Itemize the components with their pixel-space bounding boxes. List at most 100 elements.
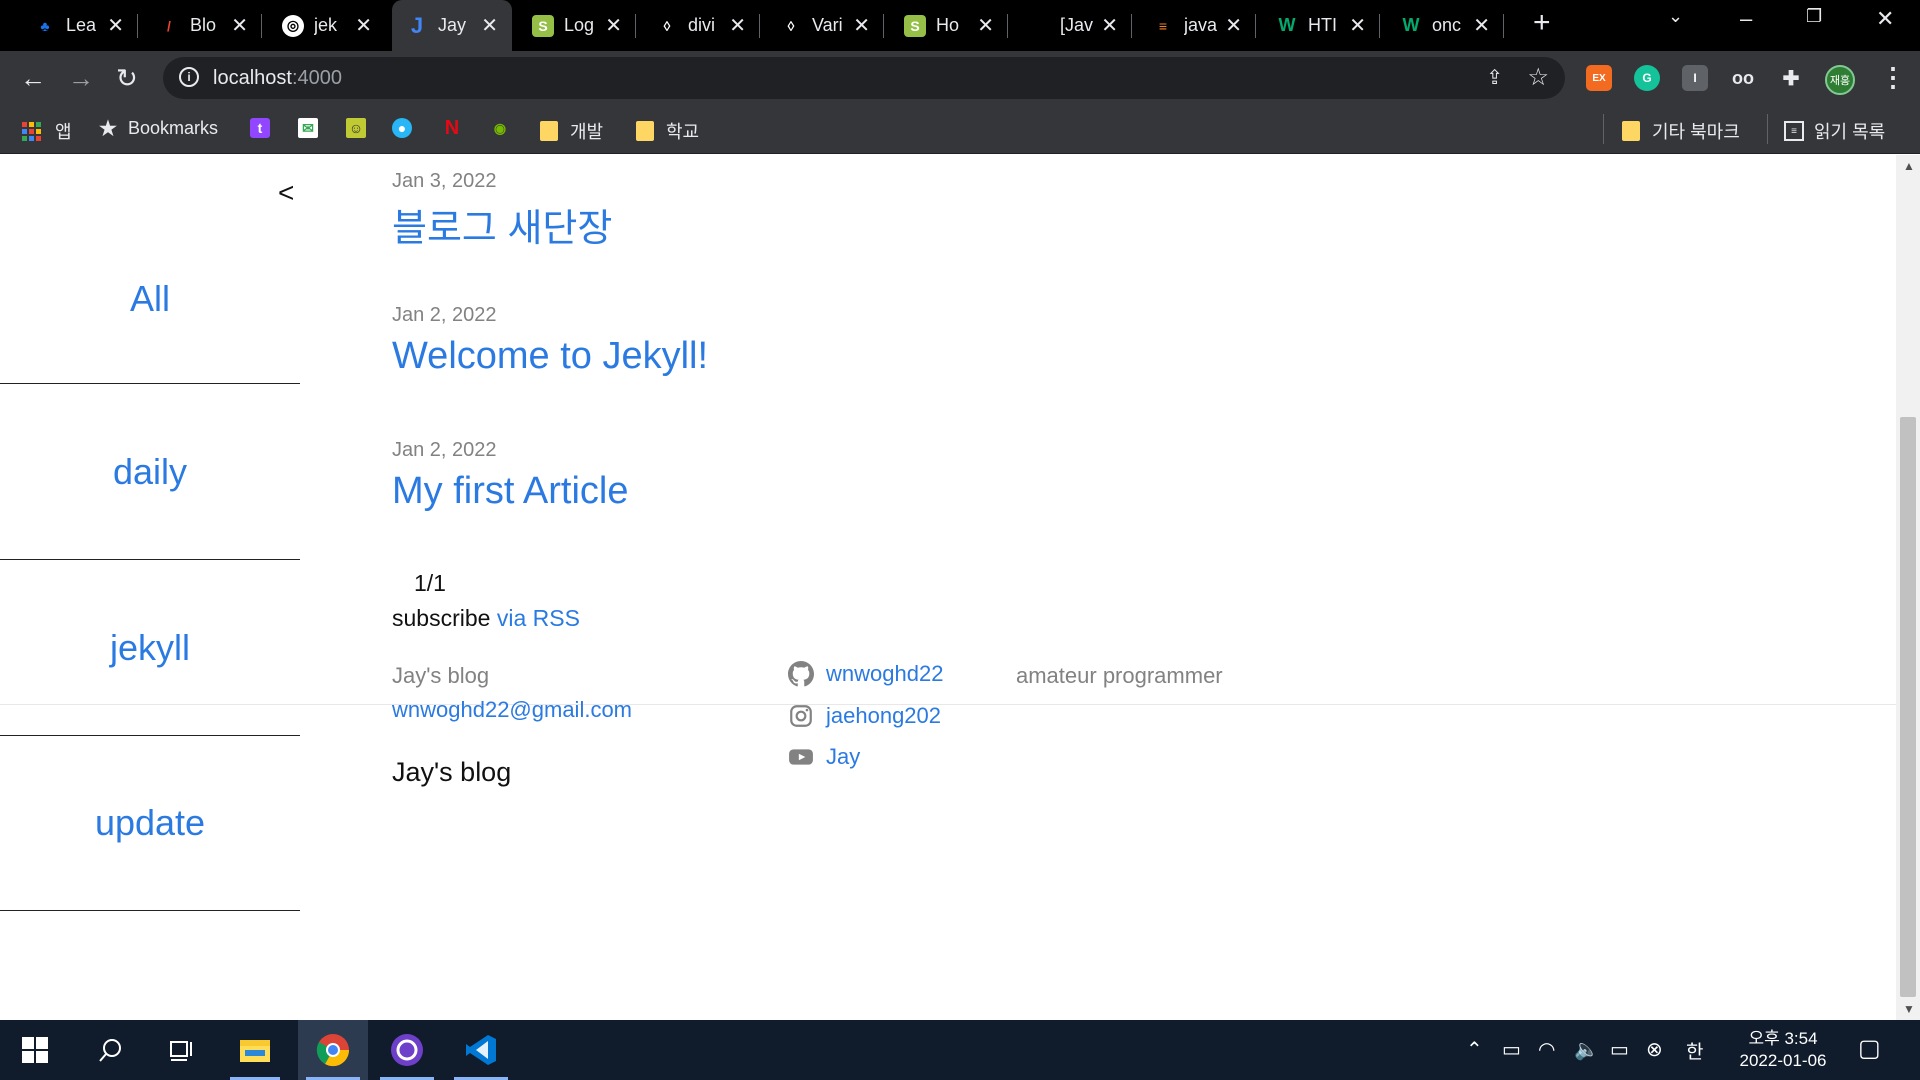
rss-link[interactable]: via RSS [497, 605, 580, 631]
page-scrollbar[interactable]: ▲ ▼ [1896, 155, 1920, 1020]
close-icon[interactable]: ✕ [977, 13, 994, 38]
instagram-link[interactable]: jaehong202 [788, 703, 941, 729]
game-bookmark[interactable]: ☺ [346, 118, 376, 138]
back-icon[interactable]: ← [20, 63, 46, 94]
close-icon[interactable]: ✕ [1473, 13, 1490, 38]
system-clock[interactable]: 오후 3:54 2022-01-06 [1728, 1028, 1838, 1072]
close-icon[interactable]: ✕ [605, 13, 622, 38]
ex-extension-icon[interactable]: EX [1586, 65, 1612, 91]
tab-2[interactable]: ◎ jek ✕ [268, 0, 386, 51]
github-desktop-icon [391, 1034, 423, 1066]
tab-0[interactable]: ♣ Lea ✕ [20, 0, 138, 51]
sidebar-item-label: All [129, 278, 170, 319]
bookmark-star-icon[interactable]: ☆ [1527, 63, 1549, 92]
instagram-icon [790, 705, 812, 727]
tab-9[interactable]: ≡ java ✕ [1138, 0, 1256, 51]
tab-1[interactable]: / Blo ✕ [144, 0, 262, 51]
sidebar-item-jekyll[interactable]: jekyll [0, 560, 300, 736]
show-hidden-icons-icon[interactable]: ⌃ [1466, 1037, 1483, 1062]
sidebar-item-daily[interactable]: daily [0, 384, 300, 560]
post-date: Jan 2, 2022 [392, 439, 497, 461]
post-title-link[interactable]: My first Article [392, 470, 628, 513]
tab-8[interactable]: [Jav ✕ [1014, 0, 1132, 51]
extensions-puzzle-icon[interactable]: ✚ [1778, 65, 1804, 91]
chrome-icon [316, 1034, 350, 1067]
chrome-menu-icon[interactable]: ⋮ [1880, 62, 1906, 93]
chrome-taskbar[interactable] [298, 1020, 368, 1080]
bookmarks-shortcut[interactable]: ★ Bookmarks [98, 118, 218, 140]
close-icon[interactable]: ✕ [107, 13, 124, 38]
github-link[interactable]: wnwoghd22 [788, 661, 943, 687]
address-bar[interactable]: i localhost:4000 ⇪ ☆ [163, 57, 1565, 99]
meet-now-icon[interactable]: ▭ [1502, 1037, 1521, 1062]
start-button[interactable] [0, 1020, 70, 1080]
error-status-icon[interactable]: ⊗ [1646, 1037, 1663, 1062]
eyeglasses-extension-icon[interactable]: oo [1730, 65, 1756, 91]
tab-3-active[interactable]: J Jay ✕ [392, 0, 512, 51]
restore-icon[interactable]: ❐ [1806, 6, 1822, 27]
close-icon[interactable]: ✕ [1101, 13, 1118, 38]
close-icon[interactable]: ✕ [231, 13, 248, 38]
tab-separator [1379, 14, 1380, 38]
w3schools-icon: W [1278, 15, 1296, 35]
tab-4[interactable]: S Log ✕ [518, 0, 636, 51]
blank-icon [1028, 15, 1050, 37]
battery-icon[interactable]: ▭ [1610, 1037, 1629, 1062]
share-icon[interactable]: ⇪ [1486, 65, 1503, 90]
tab-title: HTI [1308, 15, 1337, 35]
scroll-up-arrow-icon[interactable]: ▲ [1903, 159, 1915, 173]
footer-email-link[interactable]: wnwoghd22@gmail.com [392, 697, 632, 723]
wifi-icon[interactable]: ◠ [1538, 1037, 1555, 1062]
grammarly-icon[interactable]: G [1634, 65, 1660, 91]
minimize-icon[interactable]: – [1740, 6, 1752, 32]
post-title-link[interactable]: Welcome to Jekyll! [392, 335, 708, 378]
edge-bookmark[interactable]: ● [392, 118, 422, 138]
task-view-button[interactable] [148, 1020, 218, 1080]
folder-dev[interactable]: 개발 [540, 118, 603, 144]
extension-i-icon[interactable]: I [1682, 65, 1708, 91]
close-icon[interactable]: ✕ [1225, 13, 1242, 38]
reading-list[interactable]: ≡ 읽기 목록 [1784, 118, 1885, 144]
youtube-link[interactable]: Jay [788, 744, 860, 770]
folder-school[interactable]: 학교 [636, 118, 699, 144]
new-tab-button[interactable]: + [1533, 6, 1551, 40]
github-desktop-taskbar[interactable] [372, 1020, 442, 1080]
ime-indicator[interactable]: 한 [1686, 1037, 1703, 1064]
tab-separator [759, 14, 760, 38]
forward-icon[interactable]: → [68, 63, 94, 94]
tab-7[interactable]: S Ho ✕ [890, 0, 1008, 51]
sidebar-item-update[interactable]: update [0, 735, 300, 911]
vscode-taskbar[interactable] [446, 1020, 516, 1080]
scroll-down-arrow-icon[interactable]: ▼ [1903, 1002, 1915, 1016]
scroll-thumb[interactable] [1900, 417, 1916, 997]
reload-icon[interactable]: ↻ [116, 63, 138, 94]
notifications-icon[interactable]: ▢ [1858, 1034, 1881, 1063]
close-icon[interactable]: ✕ [729, 13, 746, 38]
site-info-icon[interactable]: i [179, 67, 199, 87]
close-window-icon[interactable]: ✕ [1876, 6, 1894, 32]
apps-shortcut[interactable]: 앱 [22, 118, 72, 144]
twitch-bookmark[interactable]: t [250, 118, 280, 138]
nvidia-bookmark[interactable]: ◉ [490, 118, 520, 138]
close-icon[interactable]: ✕ [355, 13, 372, 38]
file-explorer-taskbar[interactable] [222, 1020, 288, 1080]
tab-separator [883, 14, 884, 38]
post-title-link[interactable]: 블로그 새단장 [392, 197, 612, 252]
close-icon[interactable]: ✕ [481, 13, 498, 38]
close-icon[interactable]: ✕ [853, 13, 870, 38]
tab-5[interactable]: ◊ divi ✕ [642, 0, 760, 51]
tab-11[interactable]: W onc ✕ [1386, 0, 1504, 51]
search-button[interactable] [76, 1020, 146, 1080]
sidebar-item-all[interactable]: All [0, 155, 300, 384]
volume-icon[interactable]: 🔈 [1574, 1037, 1599, 1062]
tab-10[interactable]: W HTI ✕ [1262, 0, 1380, 51]
close-icon[interactable]: ✕ [1349, 13, 1366, 38]
mail-bookmark[interactable]: ✉ [298, 118, 328, 138]
other-bookmarks[interactable]: 기타 북마크 [1622, 118, 1740, 144]
profile-avatar[interactable]: 재홍 [1825, 65, 1855, 95]
url-text[interactable]: localhost:4000 [213, 67, 342, 90]
tab-search-icon[interactable]: ⌄ [1668, 6, 1683, 27]
netflix-bookmark[interactable]: N [442, 117, 472, 139]
tab-6[interactable]: ◊ Vari ✕ [766, 0, 884, 51]
folder-dev-label: 개발 [570, 122, 604, 142]
